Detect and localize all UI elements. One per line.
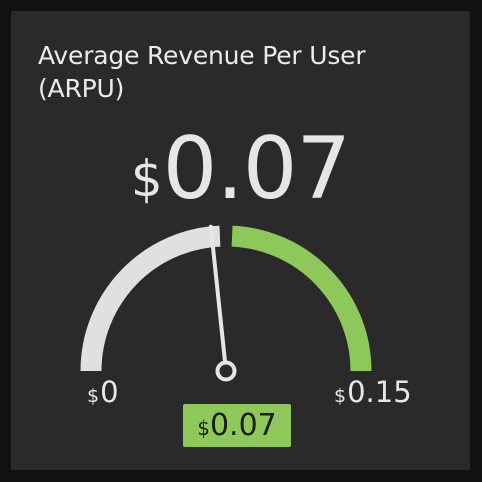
arpu-panel: Average Revenue Per User (ARPU) $0.07 $0… (11, 11, 470, 470)
gauge-value-badge: $0.07 (183, 404, 291, 447)
gauge-needle (208, 224, 228, 373)
gauge-pivot (215, 360, 237, 382)
gauge-arc-base (80, 225, 221, 372)
gauge-max-label: $0.15 (334, 375, 412, 409)
gauge-min-label: $0 (87, 375, 119, 409)
gauge-arc-threshold (231, 225, 372, 372)
